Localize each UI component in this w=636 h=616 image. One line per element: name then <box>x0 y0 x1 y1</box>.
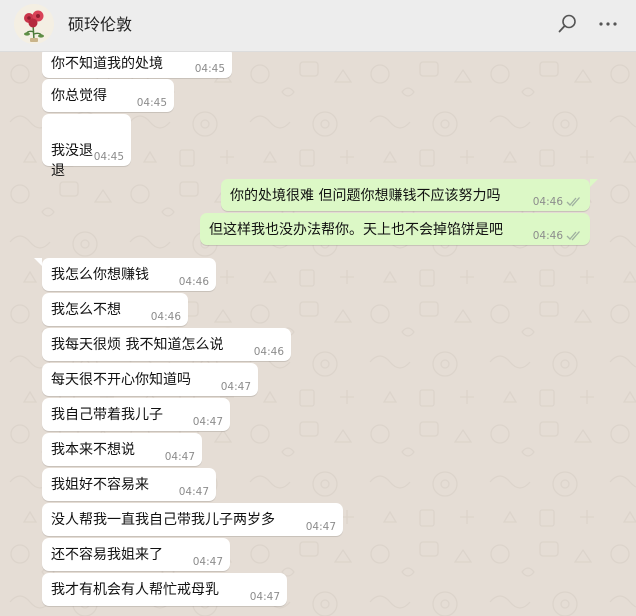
message-time: 04:45 <box>136 97 167 109</box>
message-time: 04:45 <box>93 151 124 163</box>
message-bubble-incoming[interactable]: 还不容易我姐来了 04:47 <box>42 538 230 571</box>
chat-window: 硕玲伦敦 你不知道我的处境 04:45 你总觉得 04:45 我没退 退 04:… <box>0 0 636 616</box>
message-bubble-incoming[interactable]: 我才有机会有人帮忙戒母乳 04:47 <box>42 573 287 606</box>
message-bubble-incoming[interactable]: 我怎么你想赚钱 04:46 <box>42 258 216 291</box>
message-bubble-incoming[interactable]: 我姐好不容易来 04:47 <box>42 468 216 501</box>
rose-avatar-icon[interactable] <box>14 4 54 44</box>
message-bubble-incoming[interactable]: 我怎么不想 04:46 <box>42 293 188 326</box>
message-text: 还不容易我姐来了 <box>51 547 163 563</box>
message-text: 你不知道我的处境 <box>51 56 163 72</box>
message-time: 04:46 <box>150 311 181 323</box>
message-text: 你的处境很难 但问题你想赚钱不应该努力吗 <box>230 188 501 204</box>
message-text: 每天很不开心你知道吗 <box>51 372 191 388</box>
message-time: 04:47 <box>305 521 336 533</box>
message-bubble-incoming[interactable]: 我每天很烦 我不知道怎么说 04:46 <box>42 328 291 361</box>
message-time: 04:47 <box>249 591 280 603</box>
message-list[interactable]: 你不知道我的处境 04:45 你总觉得 04:45 我没退 退 04:45 你的… <box>0 52 636 616</box>
message-text: 我自己带着我儿子 <box>51 407 163 423</box>
contact-name[interactable]: 硕玲伦敦 <box>68 14 132 36</box>
message-text: 我怎么不想 <box>51 302 121 318</box>
bubble-tail <box>34 258 42 266</box>
message-time: 04:47 <box>164 451 195 463</box>
message-bubble-incoming[interactable]: 我本来不想说 04:47 <box>42 433 202 466</box>
message-bubble-incoming[interactable]: 没人帮我一直我自己带我儿子两岁多 04:47 <box>42 503 343 536</box>
message-time: 04:47 <box>178 486 209 498</box>
more-options-icon[interactable] <box>594 10 622 38</box>
chat-header: 硕玲伦敦 <box>0 0 636 52</box>
message-time: 04:47 <box>192 416 223 428</box>
message-bubble-incoming[interactable]: 你总觉得 04:45 <box>42 79 174 112</box>
message-text: 我姐好不容易来 <box>51 477 149 493</box>
message-bubble-incoming[interactable]: 每天很不开心你知道吗 04:47 <box>42 363 258 396</box>
message-bubble-incoming[interactable]: 你不知道我的处境 04:45 <box>42 52 232 78</box>
read-ticks-icon <box>566 197 580 207</box>
message-bubble-outgoing[interactable]: 但这样我也没办法帮你。天上也不会掉馅饼是吧 04:46 <box>200 213 590 245</box>
message-time: 04:47 <box>192 556 223 568</box>
message-time: 04:46 <box>253 346 284 358</box>
message-bubble-incoming[interactable]: 我自己带着我儿子 04:47 <box>42 398 230 431</box>
message-text: 我没退 退 <box>51 143 93 179</box>
search-icon[interactable] <box>554 10 582 38</box>
message-time: 04:46 <box>532 196 563 208</box>
message-time: 04:47 <box>220 381 251 393</box>
message-time: 04:46 <box>178 276 209 288</box>
message-text: 我每天很烦 我不知道怎么说 <box>51 337 224 353</box>
message-text: 我怎么你想赚钱 <box>51 267 149 283</box>
message-bubble-incoming[interactable]: 我没退 退 04:45 <box>42 114 131 179</box>
bubble-tail <box>590 179 598 187</box>
message-text: 但这样我也没办法帮你。天上也不会掉馅饼是吧 <box>209 222 503 238</box>
message-time: 04:45 <box>194 63 225 75</box>
message-text: 我本来不想说 <box>51 442 135 458</box>
message-text: 你总觉得 <box>51 88 107 104</box>
read-ticks-icon <box>566 231 580 241</box>
message-text: 没人帮我一直我自己带我儿子两岁多 <box>51 512 275 528</box>
message-time: 04:46 <box>532 230 563 242</box>
message-bubble-outgoing[interactable]: 你的处境很难 但问题你想赚钱不应该努力吗 04:46 <box>221 179 590 211</box>
message-text: 我才有机会有人帮忙戒母乳 <box>51 582 219 598</box>
